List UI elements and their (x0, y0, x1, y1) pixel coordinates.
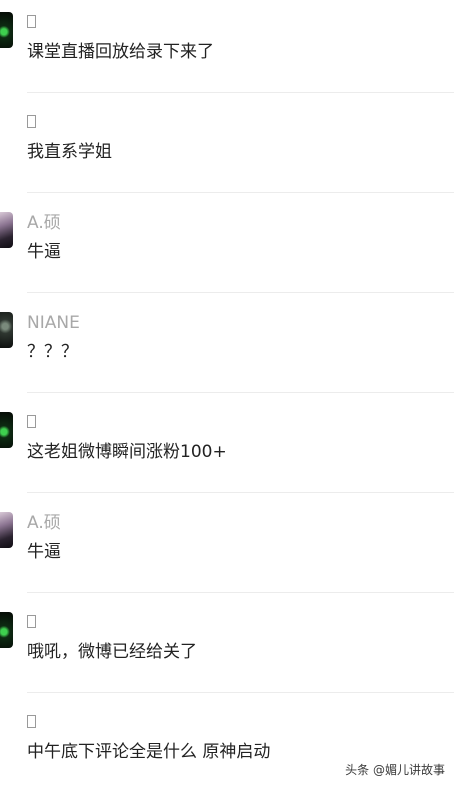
divider (27, 392, 454, 393)
watermark: 头条 @媚儿讲故事 (345, 763, 445, 777)
comment-text: 哦吼，微博已经给关了 (27, 642, 197, 662)
username-missing-glyph[interactable] (27, 115, 36, 128)
comment-item[interactable]: 这老姐微博瞬间涨粉100+ (0, 400, 454, 500)
comment-text: 课堂直播回放给录下来了 (27, 42, 214, 62)
comment-item[interactable]: 哦吼，微博已经给关了 (0, 600, 454, 700)
divider (27, 292, 454, 293)
divider (27, 492, 454, 493)
username-missing-glyph[interactable] (27, 715, 36, 728)
divider (27, 192, 454, 193)
comment-text: ？？？ (27, 342, 78, 362)
username-missing-glyph[interactable] (27, 415, 36, 428)
avatar-icon[interactable] (0, 612, 13, 648)
avatar-icon[interactable] (0, 12, 13, 48)
avatar-icon[interactable] (0, 512, 13, 548)
comment-item[interactable]: A.硕 牛逼 (0, 500, 454, 600)
username-missing-glyph[interactable] (27, 615, 36, 628)
username-missing-glyph[interactable] (27, 15, 36, 28)
comment-text: 牛逼 (27, 542, 61, 562)
comment-feed: 课堂直播回放给录下来了 我直系学姐 A.硕 牛逼 NIANE ？？？ 这老姐微博… (0, 0, 454, 786)
comment-text: 这老姐微博瞬间涨粉100+ (27, 442, 227, 462)
comment-item[interactable]: NIANE ？？？ (0, 300, 454, 400)
divider (27, 92, 454, 93)
username[interactable]: A.硕 (27, 213, 61, 233)
comment-text: 我直系学姐 (27, 142, 112, 162)
avatar-icon[interactable] (0, 312, 13, 348)
comment-item[interactable]: 我直系学姐 (0, 100, 454, 200)
comment-text: 中午底下评论全是什么 原神启动 (27, 742, 271, 762)
comment-item[interactable]: A.硕 牛逼 (0, 200, 454, 300)
divider (27, 592, 454, 593)
avatar-icon[interactable] (0, 212, 13, 248)
username[interactable]: A.硕 (27, 513, 61, 533)
divider (27, 692, 454, 693)
comment-text: 牛逼 (27, 242, 61, 262)
avatar-icon[interactable] (0, 412, 13, 448)
comment-item[interactable]: 课堂直播回放给录下来了 (0, 0, 454, 100)
username[interactable]: NIANE (27, 313, 80, 333)
